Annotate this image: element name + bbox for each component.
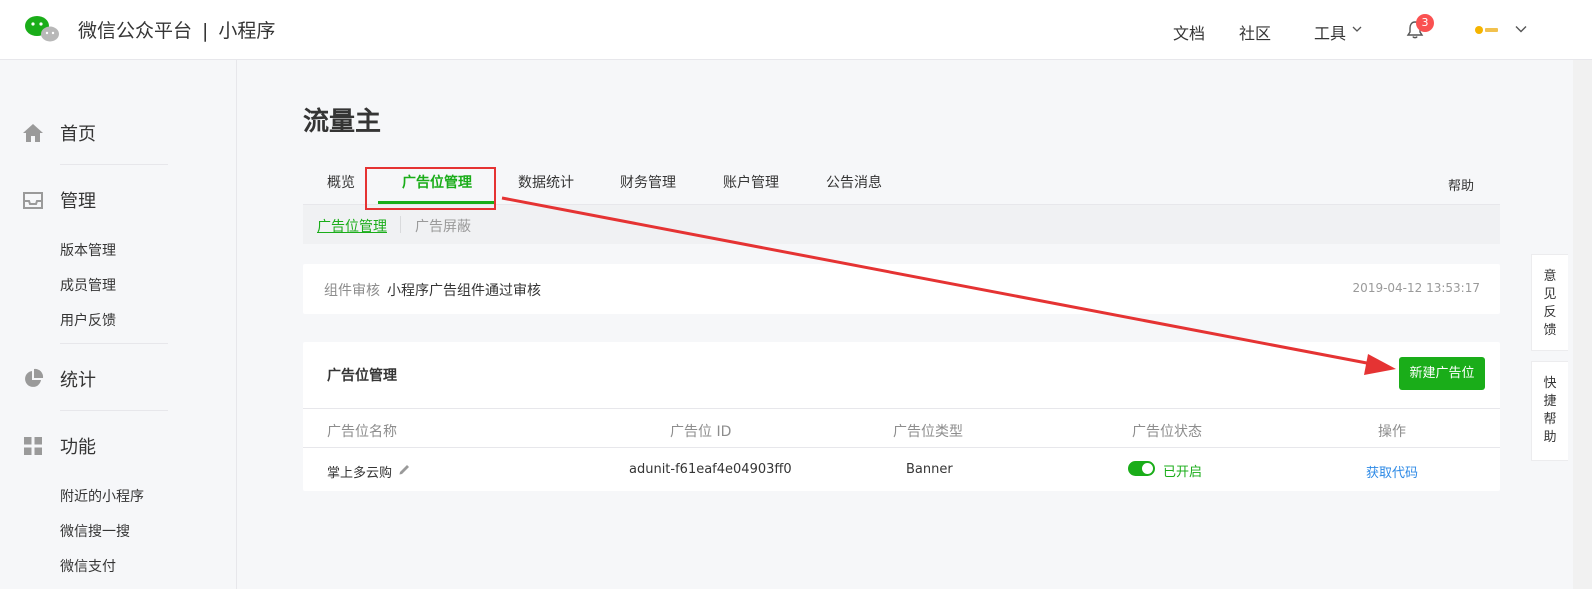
- sidebar-features-label: 功能: [60, 437, 96, 458]
- sidebar-item-nearby[interactable]: 附近的小程序: [60, 486, 144, 506]
- status-toggle[interactable]: [1128, 461, 1155, 476]
- column-header-name: 广告位名称: [327, 424, 397, 440]
- feedback-char: 见: [1543, 287, 1557, 302]
- sidebar-stats-label: 统计: [60, 370, 96, 391]
- account-avatar[interactable]: [1474, 25, 1500, 35]
- subtab-bar: 广告位管理 广告屏蔽: [303, 205, 1500, 244]
- quick-help-char: 快: [1543, 376, 1557, 391]
- sidebar-item-version[interactable]: 版本管理: [60, 240, 116, 260]
- nav-tools-menu[interactable]: 工具: [1314, 20, 1346, 44]
- quick-help-char: 助: [1543, 430, 1557, 445]
- sidebar-divider: [60, 410, 168, 411]
- ad-unit-panel: 广告位管理 新建广告位 广告位名称 广告位 ID 广告位类型 广告位状态 操作 …: [303, 342, 1500, 491]
- scrollbar[interactable]: [1573, 60, 1592, 589]
- tab-data-stats[interactable]: 数据统计: [518, 172, 574, 192]
- sidebar-section-features[interactable]: 功能: [22, 432, 96, 460]
- help-link[interactable]: 帮助: [1448, 175, 1474, 194]
- account-chevron-down-icon[interactable]: [1515, 24, 1527, 34]
- column-header-type: 广告位类型: [893, 424, 963, 440]
- column-header-status: 广告位状态: [1132, 424, 1202, 440]
- chevron-down-icon[interactable]: [1352, 24, 1362, 34]
- nav-community-link[interactable]: 社区: [1239, 20, 1271, 44]
- tab-account[interactable]: 账户管理: [723, 172, 779, 192]
- new-ad-unit-button[interactable]: 新建广告位: [1399, 357, 1485, 390]
- inbox-icon: [23, 192, 43, 209]
- sidebar-divider: [60, 343, 168, 344]
- ad-unit-id: adunit-f61eaf4e04903ff0: [629, 462, 792, 477]
- subtab-ad-unit-management[interactable]: 广告位管理: [317, 216, 387, 236]
- column-header-id: 广告位 ID: [670, 424, 732, 440]
- tab-overview[interactable]: 概览: [327, 172, 355, 192]
- quick-help-char: 帮: [1543, 412, 1557, 427]
- home-icon: [23, 124, 43, 142]
- notification-badge: 3: [1416, 14, 1434, 32]
- pencil-icon[interactable]: [398, 463, 411, 476]
- sidebar-item-members[interactable]: 成员管理: [60, 275, 116, 295]
- column-header-actions: 操作: [1378, 424, 1406, 440]
- feedback-float-button[interactable]: 意 见 反 馈: [1531, 254, 1568, 351]
- sidebar-item-pay[interactable]: 微信支付: [60, 556, 116, 576]
- top-header: 微信公众平台 | 小程序 文档 社区 工具 3: [0, 0, 1592, 60]
- feedback-char: 反: [1543, 305, 1557, 320]
- sidebar-section-stats[interactable]: 统计: [22, 365, 96, 393]
- feedback-char: 馈: [1543, 323, 1557, 338]
- brand-separator: |: [202, 20, 209, 42]
- pie-chart-icon: [25, 368, 44, 387]
- toggle-knob: [1142, 463, 1153, 474]
- grid-icon: [24, 437, 42, 455]
- sidebar-item-search[interactable]: 微信搜一搜: [60, 521, 130, 541]
- sidebar: 首页 管理 版本管理 成员管理 用户反馈 统计 功能 附近的小程序 微信搜一搜 …: [0, 60, 237, 589]
- table-header: 广告位名称 广告位 ID 广告位类型 广告位状态 操作: [303, 408, 1500, 448]
- panel-title: 广告位管理: [327, 368, 397, 384]
- notice-message: 小程序广告组件通过审核: [387, 283, 541, 299]
- ad-unit-type: Banner: [906, 462, 953, 477]
- sidebar-home-label: 首页: [60, 124, 96, 145]
- sidebar-item-home[interactable]: 首页: [22, 119, 96, 147]
- sidebar-item-feedback[interactable]: 用户反馈: [60, 310, 116, 330]
- feedback-char: 意: [1543, 269, 1557, 284]
- table-row: 掌上多云购 adunit-f61eaf4e04903ff0 Banner 已开启…: [303, 448, 1500, 491]
- brand-product: 小程序: [218, 20, 276, 42]
- notice-timestamp: 2019-04-12 13:53:17: [1352, 281, 1480, 295]
- status-text: 已开启: [1163, 465, 1203, 480]
- highlight-box: [365, 167, 496, 210]
- quick-help-char: 捷: [1543, 394, 1557, 409]
- review-notice: 组件审核 小程序广告组件通过审核 2019-04-12 13:53:17: [303, 264, 1500, 314]
- sidebar-section-manage[interactable]: 管理: [22, 186, 96, 214]
- wechat-logo-icon[interactable]: [24, 14, 60, 44]
- tab-announcements[interactable]: 公告消息: [826, 172, 882, 192]
- subtab-ad-blocking[interactable]: 广告屏蔽: [415, 216, 471, 236]
- sidebar-divider: [60, 164, 168, 165]
- page-title: 流量主: [303, 107, 382, 137]
- tab-finance[interactable]: 财务管理: [620, 172, 676, 192]
- sidebar-manage-label: 管理: [60, 191, 96, 212]
- brand-title[interactable]: 微信公众平台 | 小程序: [78, 16, 275, 43]
- notice-label: 组件审核: [324, 283, 380, 299]
- get-code-link[interactable]: 获取代码: [1366, 462, 1418, 481]
- ad-unit-name: 掌上多云购: [327, 466, 393, 481]
- brand-name: 微信公众平台: [78, 20, 193, 42]
- nav-docs-link[interactable]: 文档: [1173, 20, 1205, 44]
- subtab-divider: [400, 216, 401, 233]
- quick-help-float-button[interactable]: 快 捷 帮 助: [1531, 361, 1568, 461]
